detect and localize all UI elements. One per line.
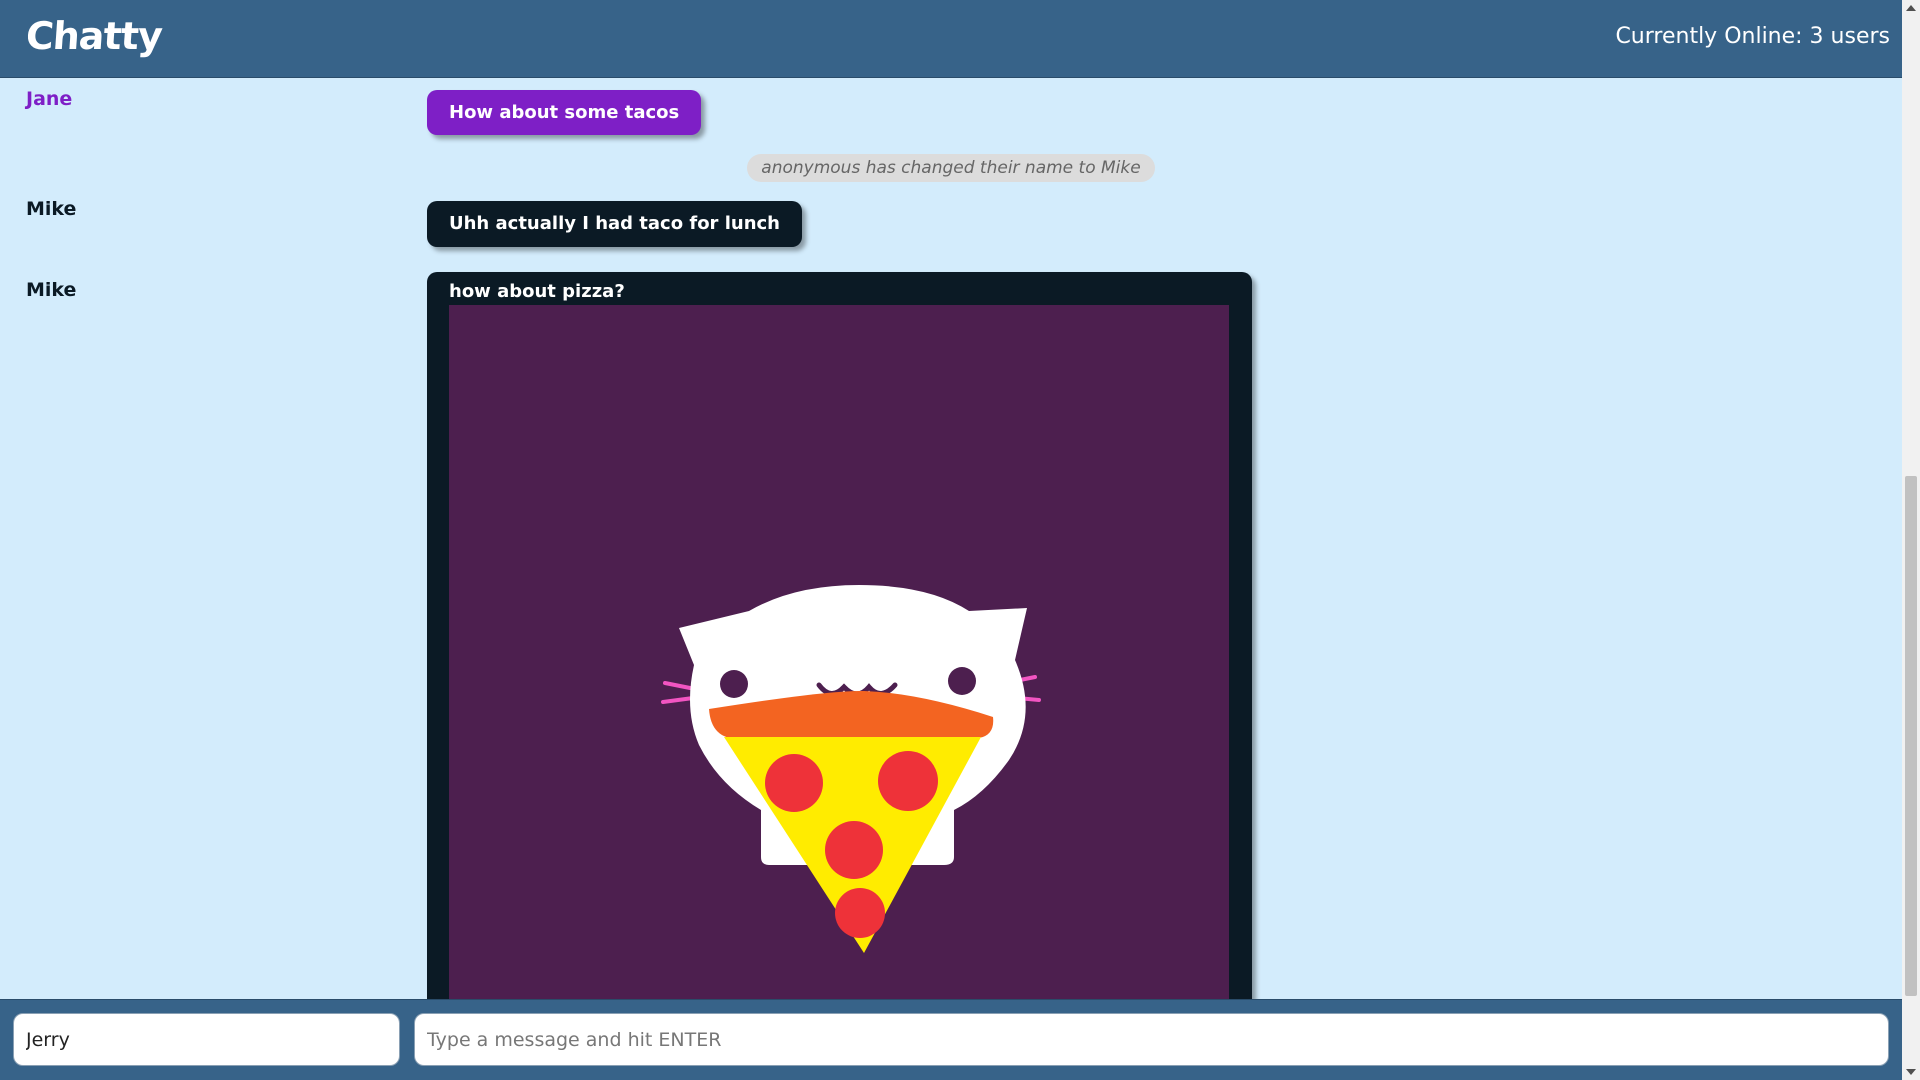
chat-footer [0, 999, 1902, 1080]
system-notification: anonymous has changed their name to Mike [747, 154, 1155, 182]
message-username: Jane [26, 88, 73, 110]
message-bubble: how about pizza? [427, 272, 1252, 999]
username-input[interactable] [13, 1013, 400, 1066]
cat-pizza-illustration [449, 305, 1229, 999]
message-input[interactable] [414, 1013, 1889, 1066]
message-text: How about some tacos [449, 102, 680, 123]
brand-logo[interactable]: Chatty [24, 14, 163, 58]
scrollbar-thumb[interactable] [1905, 476, 1917, 996]
message-text: Uhh actually I had taco for lunch [449, 213, 780, 234]
page-scrollbar[interactable] [1902, 0, 1920, 1080]
message-text: how about pizza? [449, 281, 625, 302]
chat-app: Chatty Currently Online: 3 users Jane Ho… [0, 0, 1902, 1080]
scroll-up-arrow-icon[interactable] [1906, 5, 1916, 11]
message-username: Mike [26, 198, 77, 220]
message-list[interactable]: Jane How about some tacos anonymous has … [0, 79, 1902, 999]
message-bubble: How about some tacos [427, 90, 702, 135]
navbar: Chatty Currently Online: 3 users [0, 0, 1902, 78]
message-username: Mike [26, 279, 77, 301]
scroll-down-arrow-icon[interactable] [1906, 1069, 1916, 1075]
online-users-count: Currently Online: 3 users [1615, 24, 1890, 49]
message-image[interactable] [449, 305, 1229, 999]
message-bubble: Uhh actually I had taco for lunch [427, 201, 802, 247]
